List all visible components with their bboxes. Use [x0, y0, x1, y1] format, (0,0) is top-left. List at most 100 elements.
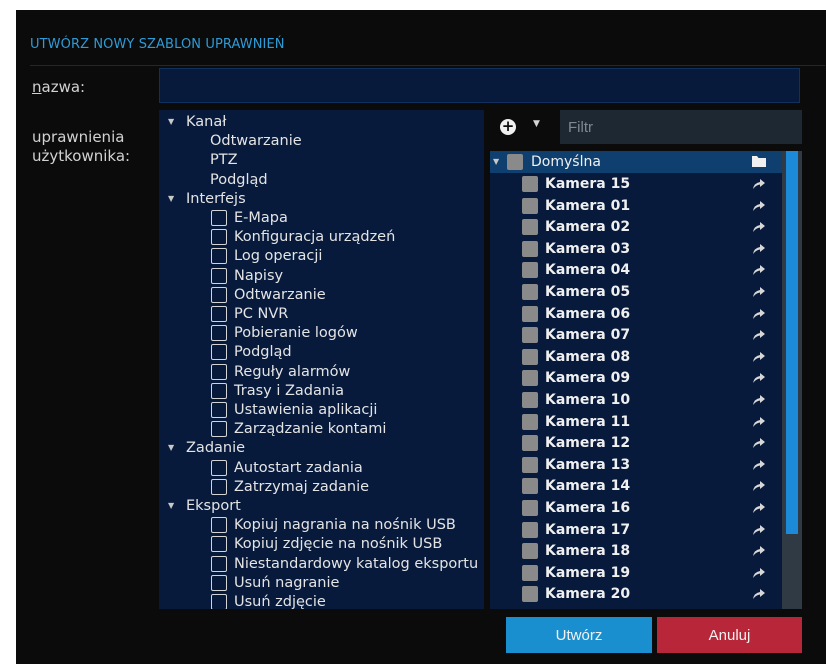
camera-checkbox[interactable]	[522, 284, 538, 300]
permission-checkbox[interactable]	[211, 459, 227, 476]
camera-tree[interactable]: ▼ Domyślna Kamera 15 Kamera 01 Kamera 02 Ka…	[490, 151, 802, 609]
camera-row[interactable]: Kamera 15	[490, 173, 782, 195]
permission-group-label[interactable]: Zadanie	[186, 439, 245, 457]
cancel-button[interactable]: Anuluj	[657, 617, 802, 653]
camera-row[interactable]: Kamera 13	[490, 454, 782, 476]
permission-checkbox[interactable]	[211, 229, 227, 246]
permission-checkbox[interactable]	[211, 594, 227, 609]
permission-checkbox[interactable]	[211, 267, 227, 284]
permission-item-label: E-Mapa	[234, 210, 288, 226]
camera-row[interactable]: Kamera 18	[490, 540, 782, 562]
camera-label: Kamera 02	[545, 219, 631, 236]
permission-checkbox[interactable]	[211, 325, 227, 342]
camera-checkbox[interactable]	[522, 521, 538, 538]
scrollbar-thumb[interactable]	[786, 151, 798, 534]
camera-row[interactable]: Kamera 02	[490, 216, 782, 238]
permission-checkbox[interactable]	[211, 574, 227, 591]
permissions-tree[interactable]: ▼ Kanał Odtwarzanie PTZ Podgląd ▼ Interfejs E-M…	[159, 110, 484, 609]
caret-down-icon[interactable]: ▼	[168, 497, 174, 515]
permission-checkbox[interactable]	[211, 402, 227, 418]
camera-label: Kamera 13	[545, 456, 631, 473]
camera-row[interactable]: Kamera 19	[490, 562, 782, 584]
camera-row[interactable]: Kamera 09	[490, 367, 782, 389]
permission-checkbox[interactable]	[211, 421, 227, 438]
camera-checkbox[interactable]	[522, 240, 538, 257]
camera-checkbox[interactable]	[522, 219, 538, 236]
camera-checkbox[interactable]	[522, 262, 538, 279]
arrow-icon	[753, 179, 765, 189]
camera-checkbox[interactable]	[522, 586, 538, 603]
camera-checkbox[interactable]	[522, 435, 538, 452]
camera-checkbox[interactable]	[522, 500, 538, 516]
permission-checkbox[interactable]	[211, 555, 227, 572]
permission-checkbox[interactable]	[211, 306, 227, 322]
camera-row[interactable]: Kamera 05	[490, 281, 782, 303]
caret-down-icon[interactable]: ▼	[533, 119, 540, 129]
camera-tree-root[interactable]: ▼ Domyślna	[490, 151, 782, 173]
camera-row[interactable]: Kamera 20	[490, 583, 782, 605]
filter-input[interactable]	[560, 110, 802, 144]
caret-down-icon[interactable]: ▼	[168, 190, 174, 208]
caret-down-icon[interactable]: ▼	[493, 153, 499, 171]
camera-row[interactable]: Kamera 12	[490, 432, 782, 454]
camera-label: Kamera 09	[545, 370, 631, 387]
arrow-icon	[753, 481, 765, 492]
camera-row[interactable]: Kamera 14	[490, 475, 782, 497]
camera-label: Kamera 20	[545, 586, 631, 603]
permission-checkbox[interactable]	[211, 248, 227, 265]
camera-checkbox[interactable]	[522, 348, 538, 365]
permission-item-label[interactable]: Odtwarzanie	[210, 132, 302, 150]
permission-item-label: Napisy	[234, 267, 284, 284]
caret-down-icon[interactable]: ▼	[168, 439, 174, 457]
camera-checkbox[interactable]	[522, 413, 538, 430]
camera-checkbox[interactable]	[522, 392, 538, 408]
camera-row[interactable]: Kamera 07	[490, 324, 782, 346]
permission-checkbox[interactable]	[211, 286, 227, 303]
camera-row[interactable]: Kamera 03	[490, 238, 782, 260]
camera-checkbox[interactable]	[522, 478, 538, 495]
camera-label: Kamera 14	[545, 478, 631, 495]
camera-row[interactable]: Kamera 16	[490, 497, 782, 519]
plus-circle-icon[interactable]: +	[500, 119, 516, 135]
permission-item-label[interactable]: PTZ	[210, 151, 238, 169]
create-button[interactable]: Utwórz	[506, 617, 652, 653]
camera-row[interactable]: Kamera 01	[490, 195, 782, 217]
camera-row[interactable]: Kamera 08	[490, 346, 782, 368]
permission-checkbox[interactable]	[211, 344, 227, 361]
name-input[interactable]	[159, 68, 800, 103]
camera-checkbox[interactable]	[522, 370, 538, 387]
permission-checkbox[interactable]	[211, 478, 227, 495]
permission-group-label[interactable]: Kanał	[186, 113, 226, 131]
permission-checkbox[interactable]	[211, 382, 227, 399]
camera-row[interactable]: Kamera 17	[490, 519, 782, 541]
permission-group-label[interactable]: Eksport	[186, 497, 241, 515]
permission-item-label: Reguły alarmów	[234, 363, 351, 380]
permission-checkbox[interactable]	[211, 363, 227, 380]
camera-checkbox[interactable]	[522, 564, 538, 581]
camera-checkbox[interactable]	[522, 543, 538, 560]
camera-label: Kamera 05	[545, 284, 631, 300]
camera-row[interactable]: Kamera 10	[490, 389, 782, 411]
camera-checkbox[interactable]	[522, 176, 538, 192]
permission-checkbox[interactable]	[211, 517, 227, 534]
permission-group-label[interactable]: Interfejs	[186, 190, 246, 208]
permission-item-label: PC NVR	[234, 306, 289, 322]
camera-checkbox[interactable]	[522, 197, 538, 214]
camera-row[interactable]: Kamera 04	[490, 259, 782, 281]
camera-checkbox[interactable]	[522, 305, 538, 322]
camera-label: Kamera 11	[545, 413, 631, 430]
camera-label: Kamera 07	[545, 327, 631, 344]
camera-checkbox[interactable]	[522, 456, 538, 473]
caret-down-icon[interactable]: ▼	[168, 113, 174, 131]
permission-checkbox[interactable]	[211, 210, 227, 226]
camera-row[interactable]: Kamera 06	[490, 303, 782, 325]
camera-checkbox[interactable]	[522, 327, 538, 344]
camera-root-label: Domyślna	[531, 154, 601, 170]
permission-item-label: Usuń zdjęcie	[234, 594, 326, 609]
camera-row[interactable]: Kamera 11	[490, 411, 782, 433]
permission-checkbox[interactable]	[211, 536, 227, 553]
permission-item-label[interactable]: Podgląd	[210, 171, 268, 189]
name-label-text: azwa:	[41, 78, 86, 96]
permission-item-label: Kopiuj nagrania na nośnik USB	[234, 517, 456, 534]
root-checkbox[interactable]	[507, 154, 523, 170]
